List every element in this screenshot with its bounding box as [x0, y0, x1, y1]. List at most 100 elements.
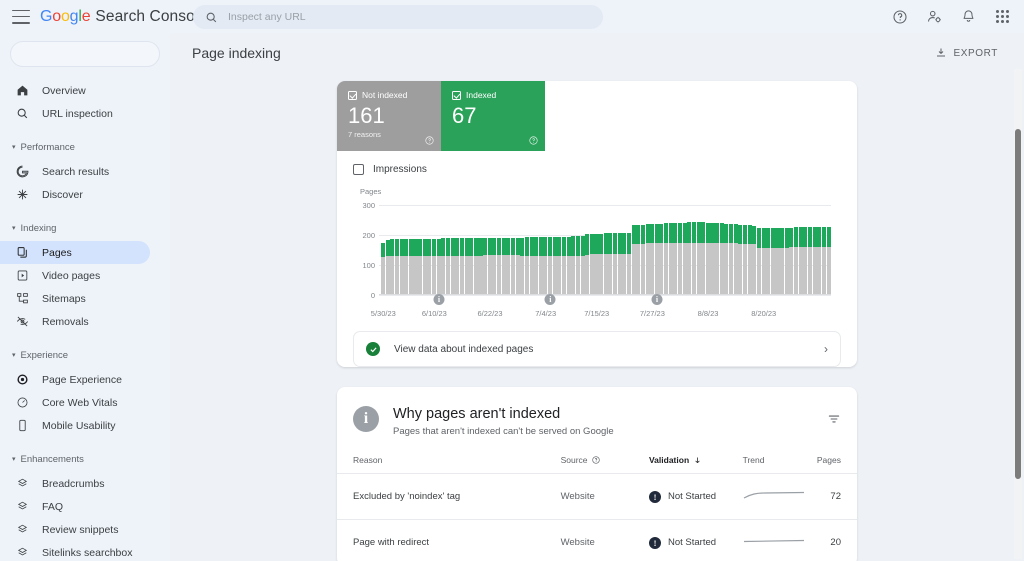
chart-bar[interactable]: [524, 205, 529, 295]
chart-bar[interactable]: [626, 205, 631, 295]
chart-bar[interactable]: [659, 205, 664, 295]
column-header-pages[interactable]: Pages: [810, 455, 857, 474]
chart-bar[interactable]: [636, 205, 641, 295]
sidebar-group-performance[interactable]: ▾ Performance: [0, 137, 170, 157]
chart-bar[interactable]: [603, 205, 608, 295]
chart-bar[interactable]: [631, 205, 636, 295]
chart-bar[interactable]: [459, 205, 464, 295]
chart-bar[interactable]: [571, 205, 576, 295]
sidebar-item-faq[interactable]: FAQ: [0, 495, 150, 518]
chart-bar[interactable]: [381, 205, 386, 295]
chart-bar[interactable]: [510, 205, 515, 295]
chart-bar[interactable]: [705, 205, 710, 295]
chart-bar[interactable]: [557, 205, 562, 295]
chart-bar[interactable]: [450, 205, 455, 295]
chart-bar[interactable]: [529, 205, 534, 295]
chart-bar[interactable]: [478, 205, 483, 295]
chart-bar[interactable]: [432, 205, 437, 295]
chart-bar[interactable]: [404, 205, 409, 295]
chart-bar[interactable]: [487, 205, 492, 295]
chart-bar[interactable]: [594, 205, 599, 295]
chart-bar[interactable]: [497, 205, 502, 295]
chart-bar[interactable]: [780, 205, 785, 295]
export-button[interactable]: EXPORT: [927, 42, 1006, 64]
chart-bar[interactable]: [817, 205, 822, 295]
chart-bar[interactable]: [807, 205, 812, 295]
chart-bar[interactable]: [812, 205, 817, 295]
chart-bar[interactable]: [464, 205, 469, 295]
chart-bar[interactable]: [742, 205, 748, 295]
help-icon[interactable]: [888, 5, 912, 29]
chart-annotation-marker[interactable]: i: [544, 294, 556, 305]
chart-bar[interactable]: [775, 205, 780, 295]
sidebar-group-enhancements[interactable]: ▾ Enhancements: [0, 449, 170, 469]
chart-bar[interactable]: [580, 205, 585, 295]
chart-annotation-marker[interactable]: i: [651, 294, 663, 305]
chart-bar[interactable]: [561, 205, 567, 295]
sidebar-item-url-inspection[interactable]: URL inspection: [0, 102, 150, 125]
view-indexed-data-row[interactable]: View data about indexed pages ›: [353, 331, 841, 367]
chart-bar[interactable]: [492, 205, 497, 295]
sidebar-item-review-snippets[interactable]: Review snippets: [0, 518, 150, 541]
chart-bar[interactable]: [756, 205, 761, 295]
chart-bar[interactable]: [422, 205, 427, 295]
property-selector[interactable]: [10, 41, 160, 67]
column-header-validation[interactable]: Validation: [648, 455, 743, 474]
chart-bar[interactable]: [803, 205, 808, 295]
chart-bar[interactable]: [640, 205, 645, 295]
chart-bar[interactable]: [534, 205, 539, 295]
account-settings-icon[interactable]: [922, 5, 946, 29]
chart-bar[interactable]: [784, 205, 789, 295]
chart-bar[interactable]: [766, 205, 771, 295]
chart-bar[interactable]: [719, 205, 724, 295]
chart-bar[interactable]: [483, 205, 488, 295]
chart-bar[interactable]: [613, 205, 618, 295]
chart-bar[interactable]: [710, 205, 715, 295]
chart-bar[interactable]: [798, 205, 803, 295]
chart-bar[interactable]: [687, 205, 692, 295]
chart-bar[interactable]: [566, 205, 571, 295]
chart-bar[interactable]: [473, 205, 478, 295]
chart-bar[interactable]: [385, 205, 390, 295]
chart-bar[interactable]: [427, 205, 432, 295]
apps-grid-icon[interactable]: [990, 5, 1014, 29]
chart-annotation-marker[interactable]: i: [433, 294, 445, 305]
sidebar-item-search-results[interactable]: Search results: [0, 160, 150, 183]
chart-bar[interactable]: [585, 205, 590, 295]
chart-bar[interactable]: [701, 205, 706, 295]
column-header-source[interactable]: Source: [560, 455, 649, 474]
chart-bar[interactable]: [543, 205, 548, 295]
sidebar-item-breadcrumbs[interactable]: Breadcrumbs: [0, 472, 150, 495]
chart-bar[interactable]: [599, 205, 604, 295]
chart-bar[interactable]: [441, 205, 446, 295]
sidebar-item-sitelinks-searchbox[interactable]: Sitelinks searchbox: [0, 541, 150, 561]
column-header-trend[interactable]: Trend: [742, 455, 811, 474]
chart-bar[interactable]: [715, 205, 720, 295]
sidebar-group-indexing[interactable]: ▾ Indexing: [0, 218, 170, 238]
chart-bar[interactable]: [408, 205, 413, 295]
chart-bar[interactable]: [668, 205, 673, 295]
chart-bar[interactable]: [682, 205, 687, 295]
chart-bar[interactable]: [664, 205, 669, 295]
chart-bar[interactable]: [691, 205, 696, 295]
chart-bar[interactable]: [747, 205, 752, 295]
chart-bar[interactable]: [436, 205, 441, 295]
chart-bar[interactable]: [650, 205, 655, 295]
chart-bar[interactable]: [552, 205, 557, 295]
chart-bar[interactable]: [520, 205, 525, 295]
filter-icon[interactable]: [827, 412, 841, 426]
chart-bar[interactable]: [390, 205, 395, 295]
chart-bar[interactable]: [752, 205, 757, 295]
table-row[interactable]: Excluded by 'noindex' tag Website ! Not …: [337, 473, 857, 520]
chart-bar[interactable]: [575, 205, 580, 295]
main-scrollbar[interactable]: [1014, 69, 1022, 559]
url-inspection-search[interactable]: [193, 5, 603, 29]
sidebar-item-page-experience[interactable]: Page Experience: [0, 368, 150, 391]
scrollbar-thumb[interactable]: [1015, 129, 1021, 479]
help-circle-icon[interactable]: [529, 136, 538, 145]
chart-bar[interactable]: [455, 205, 460, 295]
chart-bar[interactable]: [548, 205, 553, 295]
chart-bar[interactable]: [538, 205, 543, 295]
chart-bar[interactable]: [696, 205, 701, 295]
chart-bar[interactable]: [413, 205, 418, 295]
